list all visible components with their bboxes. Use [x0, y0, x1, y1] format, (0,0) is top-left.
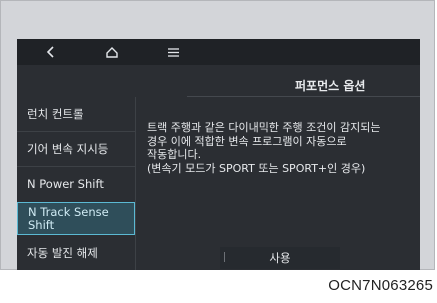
sidebar-item-auto-start-release[interactable]: 자동 발진 해제: [17, 236, 135, 270]
sidebar-item-launch-control[interactable]: 런치 컨트롤: [17, 97, 135, 131]
sidebar-item-gear-shift-indicator[interactable]: 기어 변속 지시등: [17, 132, 135, 166]
description-line: 작동합니다.: [147, 148, 202, 161]
sidebar-item-n-track-sense-shift[interactable]: N Track Sense Shift: [17, 202, 135, 235]
title-divider: [187, 96, 420, 97]
description-line: 경우 이에 적합한 변속 프로그램이 자동으로: [147, 134, 347, 148]
sidebar-item-label: N Power Shift: [27, 176, 104, 191]
description-line: (변속기 모드가 SPORT 또는 SPORT+인 경우): [147, 161, 366, 175]
option-description: 트랙 주행과 같은 다이내믹한 주행 조건이 감지되는 경우 이에 적합한 변속…: [147, 121, 415, 175]
home-icon: [106, 46, 118, 58]
sidebar-divider: [135, 97, 136, 270]
sidebar-item-label: 자동 발진 해제: [27, 245, 98, 260]
sidebar-item-label: 런치 컨트롤: [27, 106, 84, 121]
button-separator: [224, 252, 225, 262]
back-button[interactable]: [41, 42, 61, 62]
image-code: OCN7N063265: [328, 277, 433, 294]
menu-icon: [167, 47, 179, 57]
sidebar-item-label: N Track Sense Shift: [28, 204, 109, 232]
description-line: 트랙 주행과 같은 다이내믹한 주행 조건이 감지되는: [147, 121, 381, 134]
sidebar-item-n-power-shift[interactable]: N Power Shift: [17, 167, 135, 201]
top-bar: [17, 39, 420, 65]
display-screen: 퍼포먼스 옵션 런치 컨트롤 기어 변속 지시등 N Power Shift N…: [17, 39, 420, 270]
menu-button[interactable]: [163, 42, 183, 62]
page-title: 퍼포먼스 옵션: [295, 79, 366, 93]
sidebar: 런치 컨트롤 기어 변속 지시등 N Power Shift N Track S…: [17, 97, 135, 270]
use-button[interactable]: 사용: [220, 247, 340, 269]
home-button[interactable]: [102, 42, 122, 62]
sidebar-item-label: 기어 변속 지시등: [27, 141, 109, 156]
chevron-left-icon: [46, 46, 54, 58]
